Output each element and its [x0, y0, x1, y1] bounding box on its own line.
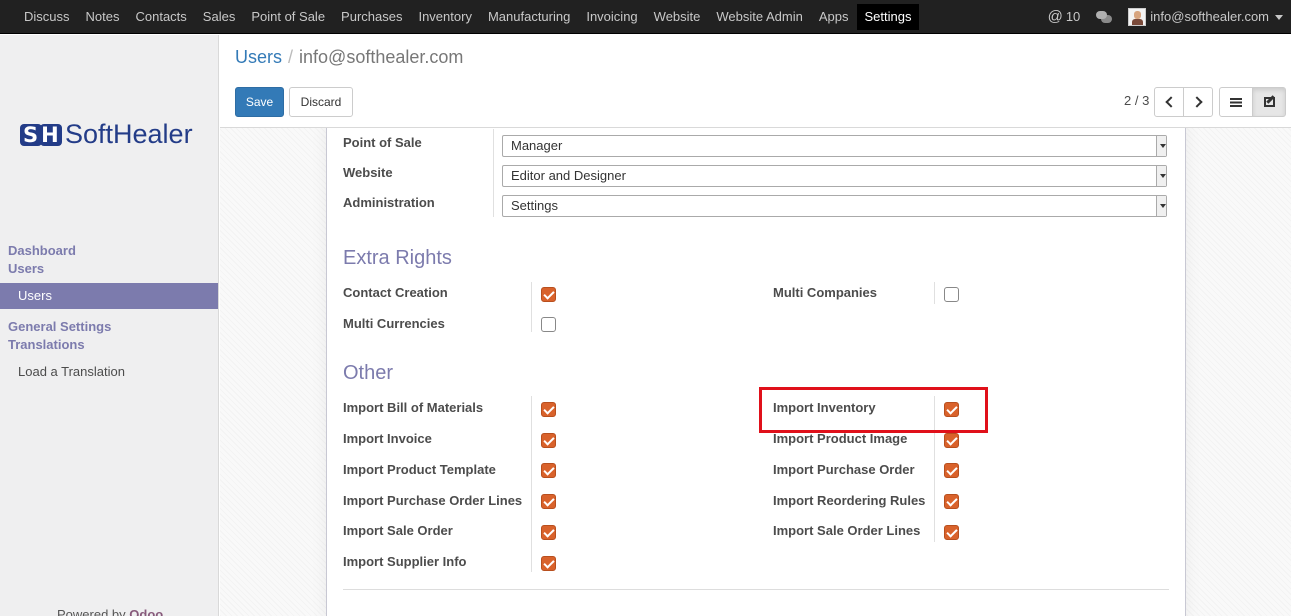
- systray: @ 10 info@softhealer.com: [1040, 4, 1291, 30]
- import-purchase-order-lines-checkbox[interactable]: [541, 494, 556, 509]
- list-icon: [1230, 97, 1242, 107]
- label-administration: Administration: [343, 195, 435, 210]
- import-sale-order-checkbox[interactable]: [541, 525, 556, 540]
- label-contact-creation: Contact Creation: [343, 285, 448, 300]
- user-menu[interactable]: info@softhealer.com: [1120, 4, 1291, 30]
- menu-discuss[interactable]: Discuss: [16, 4, 78, 30]
- pager-value[interactable]: 2 / 3: [1124, 93, 1149, 108]
- label-import-reordering-rules: Import Reordering Rules: [773, 493, 926, 508]
- list-view-button[interactable]: [1219, 87, 1253, 117]
- menu-purchases[interactable]: Purchases: [333, 4, 410, 30]
- label-point-of-sale: Point of Sale: [343, 135, 422, 150]
- label-multi-companies: Multi Companies: [773, 285, 878, 300]
- odoo-link[interactable]: Odoo: [129, 607, 163, 616]
- menu-website-admin[interactable]: Website Admin: [708, 4, 810, 30]
- breadcrumb: Users / info@softhealer.com: [235, 47, 463, 68]
- dropdown-arrow-icon: [1156, 136, 1166, 156]
- label-import-purchase-order: Import Purchase Order: [773, 462, 915, 477]
- logo-text: SoftHealer: [65, 119, 193, 149]
- sidebar-translations[interactable]: Translations: [8, 337, 85, 352]
- user-email: info@softhealer.com: [1150, 9, 1269, 24]
- import-invoice-checkbox[interactable]: [541, 433, 556, 448]
- menu-apps[interactable]: Apps: [811, 4, 857, 30]
- multi-companies-checkbox[interactable]: [944, 287, 959, 302]
- import-supplier-info-checkbox[interactable]: [541, 556, 556, 571]
- section-other: Other: [343, 362, 394, 384]
- logo-mark: SH: [20, 122, 64, 148]
- import-reordering-rules-checkbox[interactable]: [944, 494, 959, 509]
- menu-point-of-sale[interactable]: Point of Sale: [243, 4, 333, 30]
- point-of-sale-select[interactable]: Manager: [502, 135, 1167, 157]
- sheet-bottom-divider: [343, 589, 1169, 590]
- menu-notes[interactable]: Notes: [78, 4, 128, 30]
- mentions-count: 10: [1065, 9, 1081, 24]
- company-logo: SH SoftHealer: [20, 119, 193, 150]
- label-import-product-image: Import Product Image: [773, 431, 908, 446]
- pager-next-button[interactable]: [1183, 87, 1213, 117]
- at-icon: @: [1047, 8, 1063, 25]
- breadcrumb-current: info@softhealer.com: [299, 47, 464, 67]
- chat-icon: [1096, 10, 1113, 24]
- import-product-template-checkbox[interactable]: [541, 463, 556, 478]
- breadcrumb-separator: /: [288, 47, 294, 67]
- label-website: Website: [343, 165, 393, 180]
- edit-icon: [1263, 97, 1275, 107]
- pager-previous-button[interactable]: [1154, 87, 1184, 117]
- form-sheet: Point of Sale Website Administration Man…: [326, 128, 1186, 616]
- menu-website[interactable]: Website: [646, 4, 709, 30]
- avatar: [1128, 8, 1147, 26]
- save-button[interactable]: Save: [235, 87, 284, 117]
- sidebar-item-users[interactable]: Users: [0, 283, 218, 309]
- menu-manufacturing[interactable]: Manufacturing: [480, 4, 578, 30]
- label-import-supplier-info: Import Supplier Info: [343, 554, 467, 569]
- multi-currencies-checkbox[interactable]: [541, 317, 556, 332]
- section-extra-rights: Extra Rights: [343, 247, 452, 269]
- menu-settings[interactable]: Settings: [856, 4, 920, 30]
- contact-creation-checkbox[interactable]: [541, 287, 556, 302]
- sidebar-users-section[interactable]: Users: [8, 261, 44, 276]
- label-import-sale-order-lines: Import Sale Order Lines: [773, 523, 921, 538]
- top-navbar: Discuss Notes Contacts Sales Point of Sa…: [0, 0, 1291, 34]
- highlight-box: [759, 387, 988, 433]
- label-import-sale-order: Import Sale Order: [343, 523, 453, 538]
- label-import-invoice: Import Invoice: [343, 431, 432, 446]
- menu-contacts[interactable]: Contacts: [127, 4, 194, 30]
- sidebar-item-load-translation[interactable]: Load a Translation: [0, 359, 218, 385]
- import-product-image-checkbox[interactable]: [944, 433, 959, 448]
- sidebar-general-settings[interactable]: General Settings: [8, 319, 111, 334]
- messages-button[interactable]: [1088, 10, 1120, 24]
- label-import-purchase-order-lines: Import Purchase Order Lines: [343, 493, 523, 508]
- menu-inventory[interactable]: Inventory: [410, 4, 479, 30]
- import-purchase-order-checkbox[interactable]: [944, 463, 959, 478]
- dropdown-arrow-icon: [1156, 166, 1166, 186]
- app-menu: Discuss Notes Contacts Sales Point of Sa…: [16, 4, 920, 30]
- form-view-button[interactable]: [1252, 87, 1286, 117]
- sidebar-dashboard[interactable]: Dashboard: [8, 243, 76, 258]
- mentions-button[interactable]: @ 10: [1040, 4, 1089, 30]
- label-import-product-template: Import Product Template: [343, 462, 496, 477]
- administration-select[interactable]: Settings: [502, 195, 1167, 217]
- chevron-right-icon: [1190, 96, 1203, 108]
- powered-by: Powered by Odoo: [57, 607, 163, 616]
- discard-button[interactable]: Discard: [289, 87, 353, 117]
- sidebar: SH SoftHealer Dashboard Users Users Gene…: [0, 35, 219, 616]
- form-content: Point of Sale Website Administration Man…: [220, 128, 1291, 616]
- caret-down-icon: [1275, 14, 1283, 20]
- label-import-bill-of-materials: Import Bill of Materials: [343, 400, 484, 415]
- import-sale-order-lines-checkbox[interactable]: [944, 525, 959, 540]
- label-multi-currencies: Multi Currencies: [343, 316, 445, 331]
- import-bill-of-materials-checkbox[interactable]: [541, 402, 556, 417]
- website-select[interactable]: Editor and Designer: [502, 165, 1167, 187]
- dropdown-arrow-icon: [1156, 196, 1166, 216]
- menu-sales[interactable]: Sales: [195, 4, 244, 30]
- menu-invoicing[interactable]: Invoicing: [578, 4, 645, 30]
- breadcrumb-users[interactable]: Users: [235, 47, 282, 67]
- chevron-left-icon: [1164, 96, 1177, 108]
